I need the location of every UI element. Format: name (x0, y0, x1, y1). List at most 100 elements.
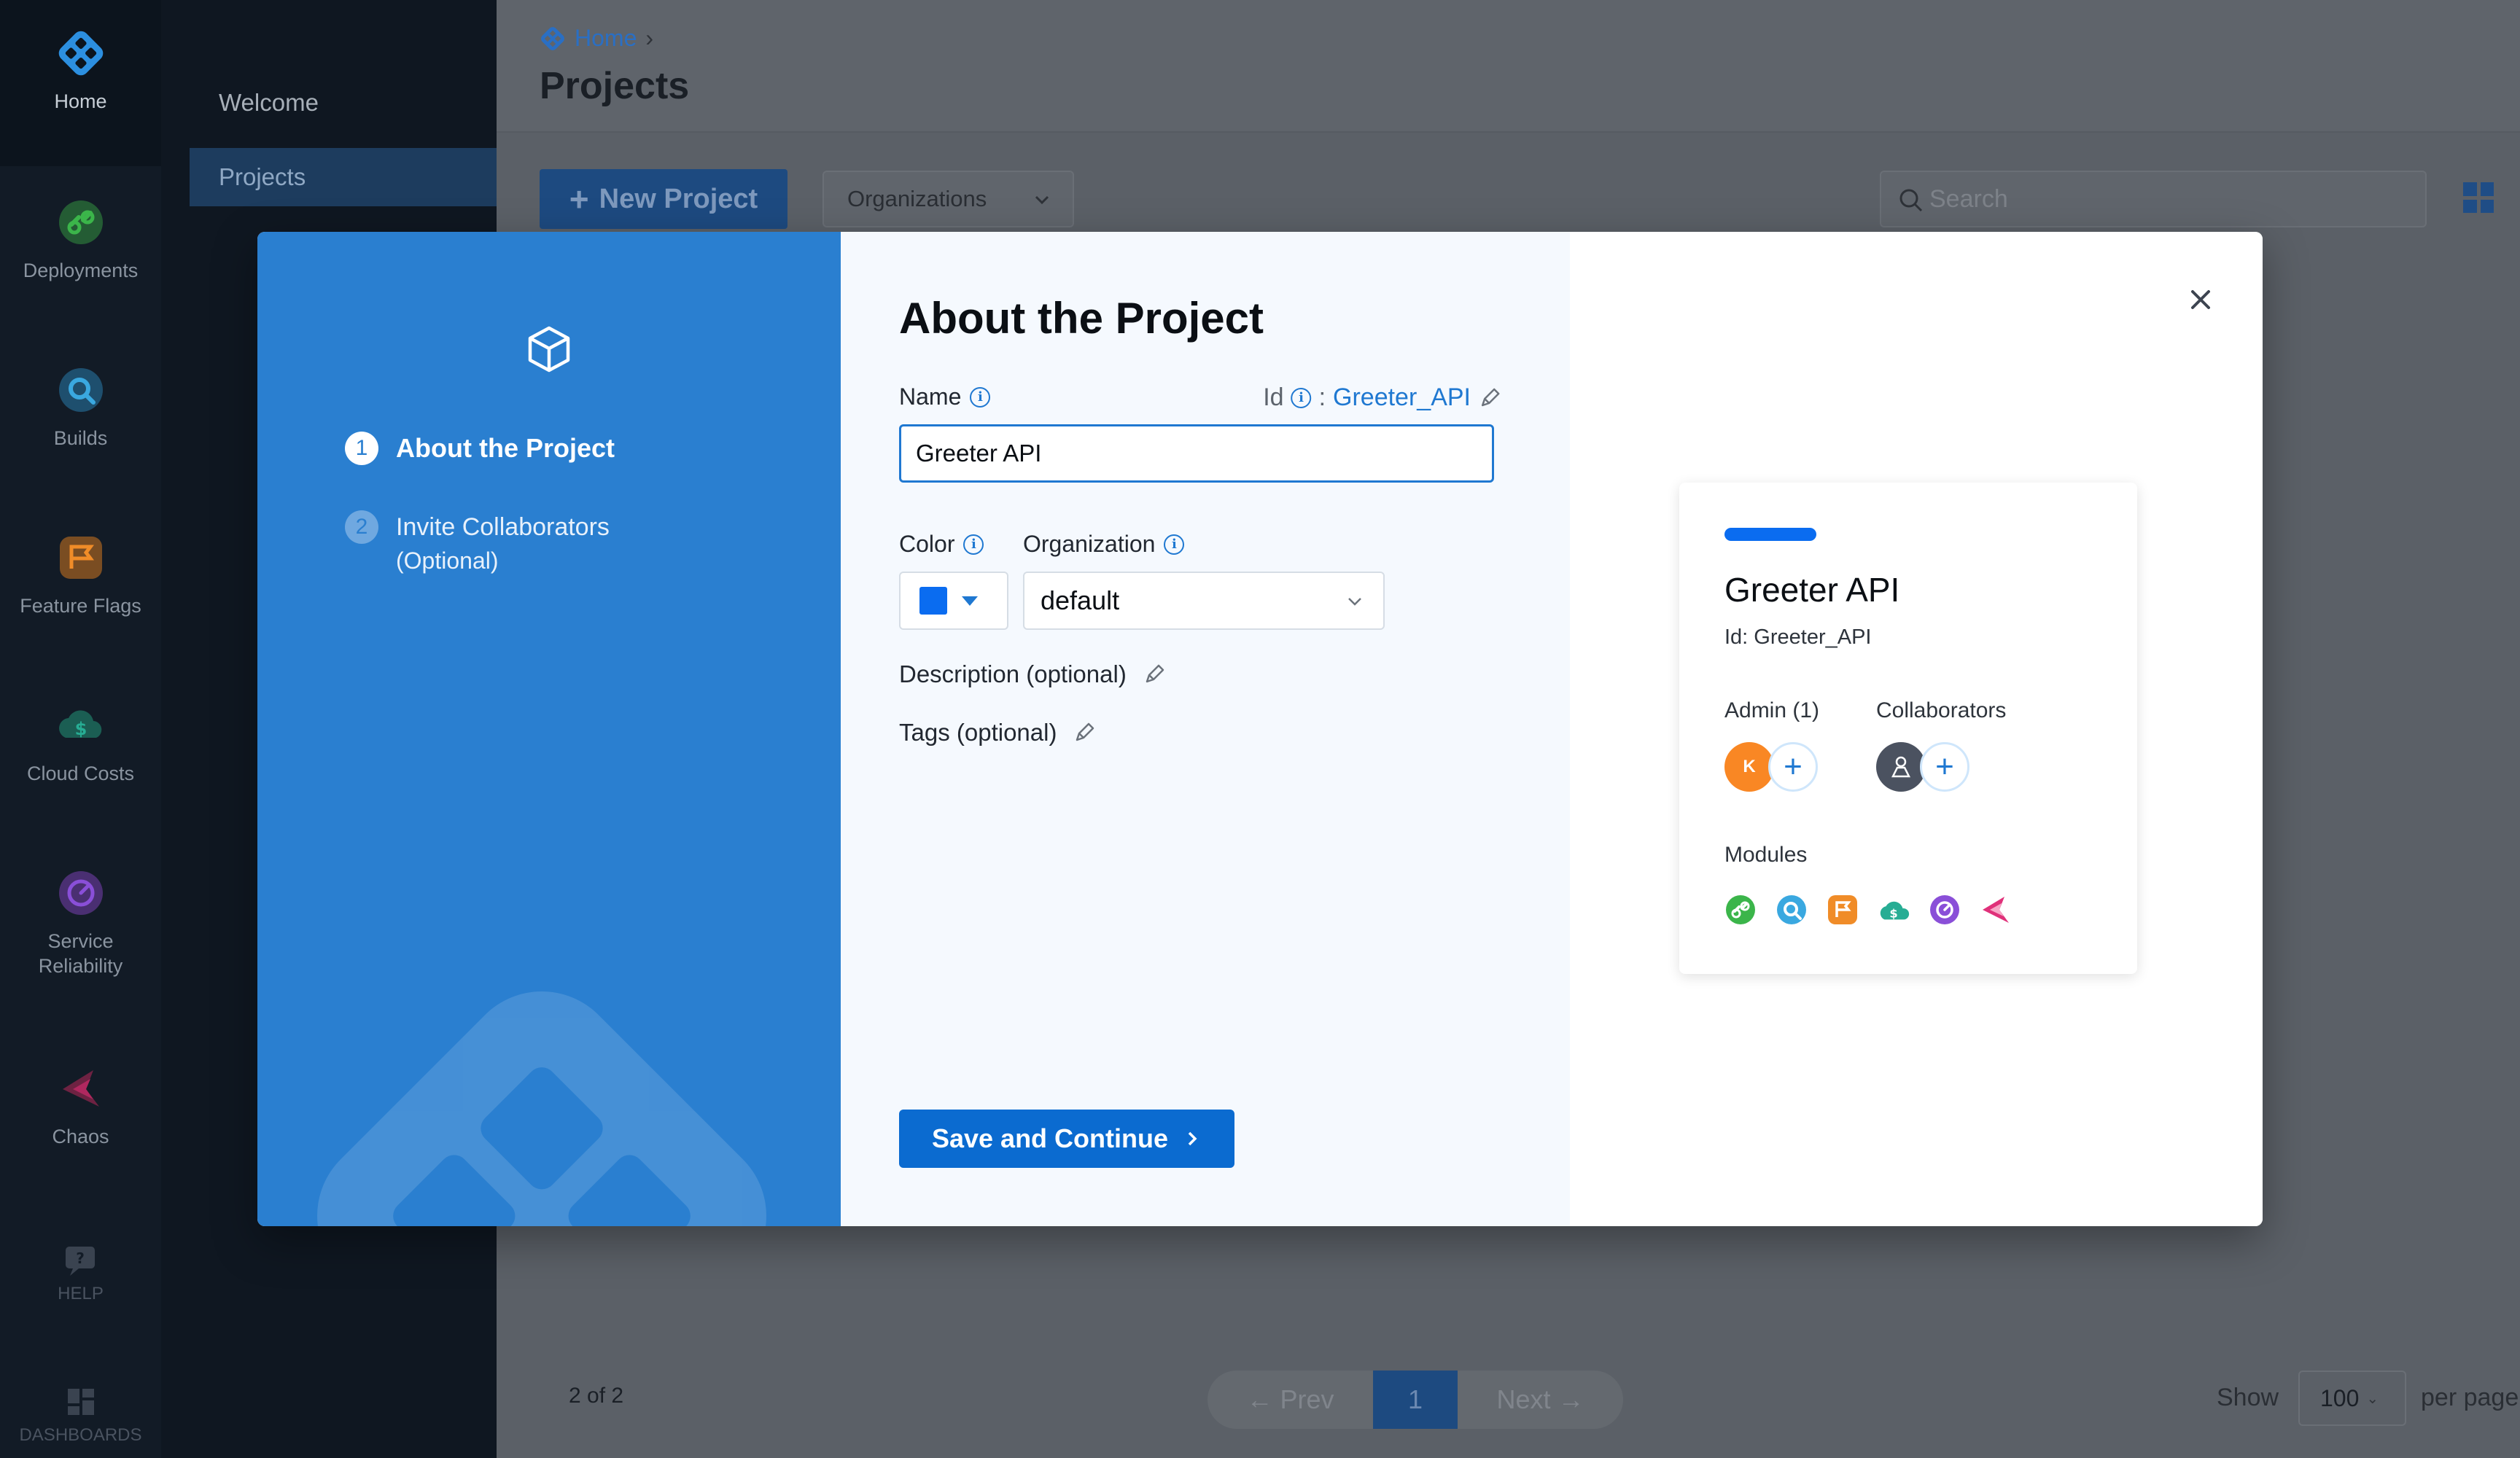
modules-list: $ (1724, 894, 2012, 926)
nav-item-help[interactable]: ? HELP (0, 1244, 161, 1306)
project-preview-card: Greeter API Id: Greeter_API Admin (1) Co… (1679, 483, 2137, 974)
add-collaborator-button[interactable]: + (1920, 742, 1969, 792)
save-and-continue-button[interactable]: Save and Continue (899, 1110, 1234, 1168)
nav-label: DASHBOARDS (19, 1425, 142, 1445)
organizations-filter[interactable]: Organizations (822, 171, 1074, 227)
project-id-row: Id i : Greeter_API (1263, 383, 1501, 412)
nav-item-builds[interactable]: Builds (0, 364, 161, 451)
nav-item-home[interactable]: Home (0, 28, 161, 114)
info-icon[interactable]: i (1164, 534, 1185, 555)
project-name-input[interactable] (899, 424, 1494, 483)
nav-label: HELP (58, 1284, 104, 1303)
save-and-continue-label: Save and Continue (931, 1123, 1169, 1153)
info-icon[interactable]: i (963, 534, 984, 555)
project-form: About the Project Name i Id i : Greeter_… (841, 232, 1570, 1226)
chevron-right-icon: › (645, 25, 654, 51)
subnav-item-projects[interactable]: Projects (219, 163, 306, 191)
breadcrumb[interactable]: Home › (540, 25, 653, 52)
feature-flags-icon (55, 532, 106, 583)
results-count: 2 of 2 (569, 1384, 624, 1408)
builds-icon (55, 364, 106, 416)
nav-label: Home (54, 90, 107, 112)
tags-toggle[interactable]: Tags (optional) (899, 719, 1096, 746)
form-title: About the Project (899, 294, 1264, 343)
name-label-text: Name (899, 383, 962, 410)
chaos-icon (55, 1063, 106, 1114)
step-number: 2 (345, 510, 378, 544)
color-picker[interactable] (899, 572, 1008, 630)
cloud-costs-icon: $ (55, 700, 106, 751)
nav-home[interactable]: Home (0, 0, 161, 166)
preview-project-id: Id: Greeter_API (1724, 625, 1872, 649)
id-value: Greeter_API (1333, 383, 1471, 411)
pencil-icon[interactable] (1478, 386, 1501, 410)
step-invite-collaborators[interactable]: 2 Invite Collaborators (Optional) (345, 510, 610, 577)
grid-view-toggle[interactable] (2463, 182, 2494, 213)
dashboards-icon (55, 1385, 106, 1419)
caret-down-icon (962, 596, 978, 606)
harness-watermark-icon (317, 991, 766, 1226)
description-toggle[interactable]: Description (optional) (899, 660, 1166, 688)
nav-item-service-reliability[interactable]: Service Reliability (0, 868, 161, 978)
page-number-button[interactable]: 1 (1373, 1371, 1458, 1429)
step-label-sub: (Optional) (396, 547, 499, 574)
color-label: Color i (899, 531, 984, 558)
close-icon (2191, 290, 2210, 309)
cube-icon (528, 326, 570, 373)
nav-item-feature-flags[interactable]: Feature Flags (0, 532, 161, 618)
chevron-down-icon (1035, 195, 1049, 205)
pencil-icon (1076, 722, 1094, 741)
next-page-button[interactable]: Next → (1458, 1384, 1623, 1415)
nav-label: Feature Flags (20, 595, 141, 617)
grid-cell (2463, 182, 2477, 196)
description-label: Description (optional) (899, 660, 1127, 687)
prev-page-button[interactable]: ← Prev (1208, 1384, 1373, 1415)
close-button[interactable] (2182, 281, 2219, 318)
add-admin-button[interactable]: + (1768, 742, 1818, 792)
new-project-button[interactable]: + New Project (540, 169, 788, 229)
organization-label-text: Organization (1023, 531, 1156, 557)
tags-label: Tags (optional) (899, 719, 1057, 746)
step-label: Invite Collaborators (Optional) (396, 510, 610, 577)
show-label: Show (2217, 1384, 2279, 1411)
deployments-icon (1724, 894, 1757, 926)
organizations-filter-label: Organizations (847, 186, 987, 211)
grid-cell (2480, 199, 2494, 213)
collaborators-label: Collaborators (1876, 698, 2007, 722)
nav-label: Cloud Costs (26, 763, 135, 784)
svg-text:$: $ (74, 719, 87, 739)
page-size-select[interactable]: 100 ⌄ (2298, 1371, 2406, 1426)
search-input[interactable]: Search (1880, 171, 2427, 227)
nav-label: Builds (53, 427, 108, 449)
nav-item-dashboards[interactable]: DASHBOARDS (0, 1385, 161, 1448)
breadcrumb-home[interactable]: Home (575, 25, 637, 52)
per-page-label: per page (2421, 1384, 2519, 1411)
subnav-item-welcome[interactable]: Welcome (219, 89, 319, 117)
svg-text:?: ? (76, 1250, 85, 1267)
info-icon[interactable]: i (1291, 387, 1312, 408)
wizard-steps-panel: 1 About the Project 2 Invite Collaborato… (257, 232, 841, 1226)
organization-label: Organization i (1023, 531, 1185, 558)
cloud-costs-icon: $ (1878, 894, 1910, 926)
page-header (497, 0, 2520, 133)
id-separator: : (1318, 383, 1326, 411)
organization-select[interactable]: default (1023, 572, 1385, 630)
harness-logo-icon (541, 26, 564, 50)
nav-item-cloud-costs[interactable]: $ Cloud Costs (0, 700, 161, 786)
pencil-icon (1146, 664, 1164, 683)
step-about-project[interactable]: 1 About the Project (345, 432, 615, 465)
nav-item-deployments[interactable]: Deployments (0, 197, 161, 283)
info-icon[interactable]: i (970, 386, 991, 408)
pagination: ← Prev 1 Next → (1208, 1371, 1623, 1429)
svg-text:$: $ (1889, 907, 1897, 921)
nav-label: Deployments (23, 260, 139, 281)
nav-item-chaos[interactable]: Chaos (0, 1063, 161, 1149)
user-avatar-icon (1876, 742, 1926, 792)
page-title: Projects (540, 65, 690, 107)
deployments-icon (55, 197, 106, 248)
preview-project-name: Greeter API (1724, 571, 1900, 609)
nav-label-line1: Service (47, 930, 114, 952)
project-color-bar (1724, 528, 1816, 541)
next-label: Next (1496, 1384, 1551, 1414)
color-label-text: Color (899, 531, 955, 557)
